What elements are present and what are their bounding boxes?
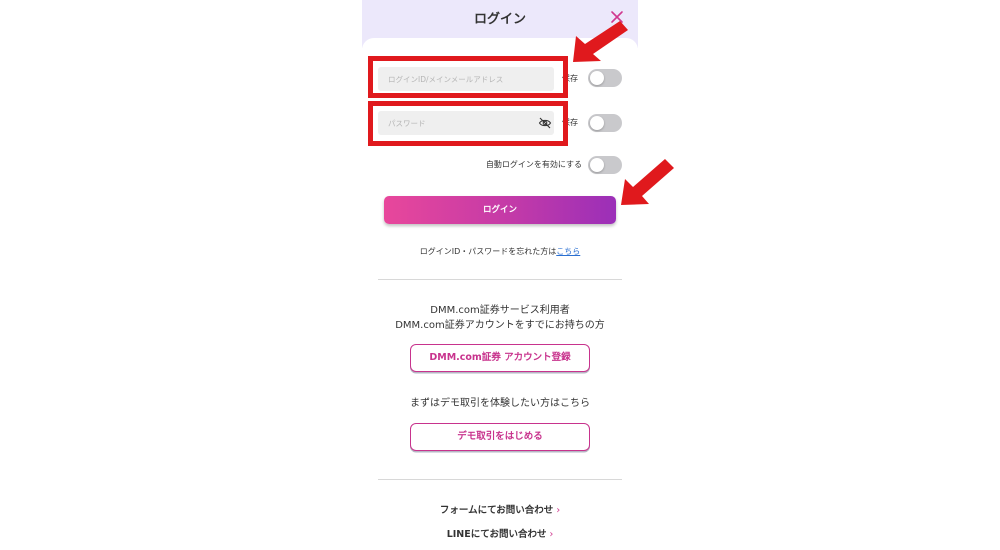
login-button[interactable]: ログイン <box>384 196 616 224</box>
red-arrow-icon <box>621 159 674 205</box>
forgot-text: ログインID・パスワードを忘れた方は <box>419 247 557 256</box>
line-contact-label: LINEにてお問い合わせ <box>446 529 547 540</box>
toggle-knob <box>590 116 604 130</box>
auto-login-toggle[interactable] <box>588 156 622 174</box>
toggle-knob <box>590 158 604 172</box>
existing-users-line1: DMM.com証券サービス利用者 <box>430 305 570 316</box>
login-id-save-toggle[interactable] <box>588 69 622 87</box>
divider <box>378 279 622 280</box>
start-demo-button[interactable]: デモ取引をはじめる <box>410 423 590 451</box>
password-save-toggle[interactable] <box>588 114 622 132</box>
line-contact-link[interactable]: LINEにてお問い合わせ › <box>362 526 638 540</box>
form-contact-label: フォームにてお問い合わせ <box>439 505 554 516</box>
forgot-credentials: ログインID・パスワードを忘れた方はこちら <box>362 246 638 257</box>
red-arrow-icon <box>573 21 628 62</box>
existing-users-line2: DMM.com証券アカウントをすでにお持ちの方 <box>395 320 605 331</box>
demo-text: まずはデモ取引を体験したい方はこちら <box>410 398 590 409</box>
toggle-knob <box>590 71 604 85</box>
chevron-right-icon: › <box>556 505 561 516</box>
chevron-right-icon: › <box>549 529 554 540</box>
forgot-link[interactable]: こちら <box>556 247 580 256</box>
auto-login-label: 自動ログインを有効にする <box>485 160 582 169</box>
form-contact-link[interactable]: フォームにてお問い合わせ › <box>362 502 638 516</box>
divider <box>378 479 622 480</box>
account-register-button[interactable]: DMM.com証券 アカウント登録 <box>410 344 590 372</box>
password-highlight-box <box>368 101 568 146</box>
login-id-highlight-box <box>368 56 568 98</box>
